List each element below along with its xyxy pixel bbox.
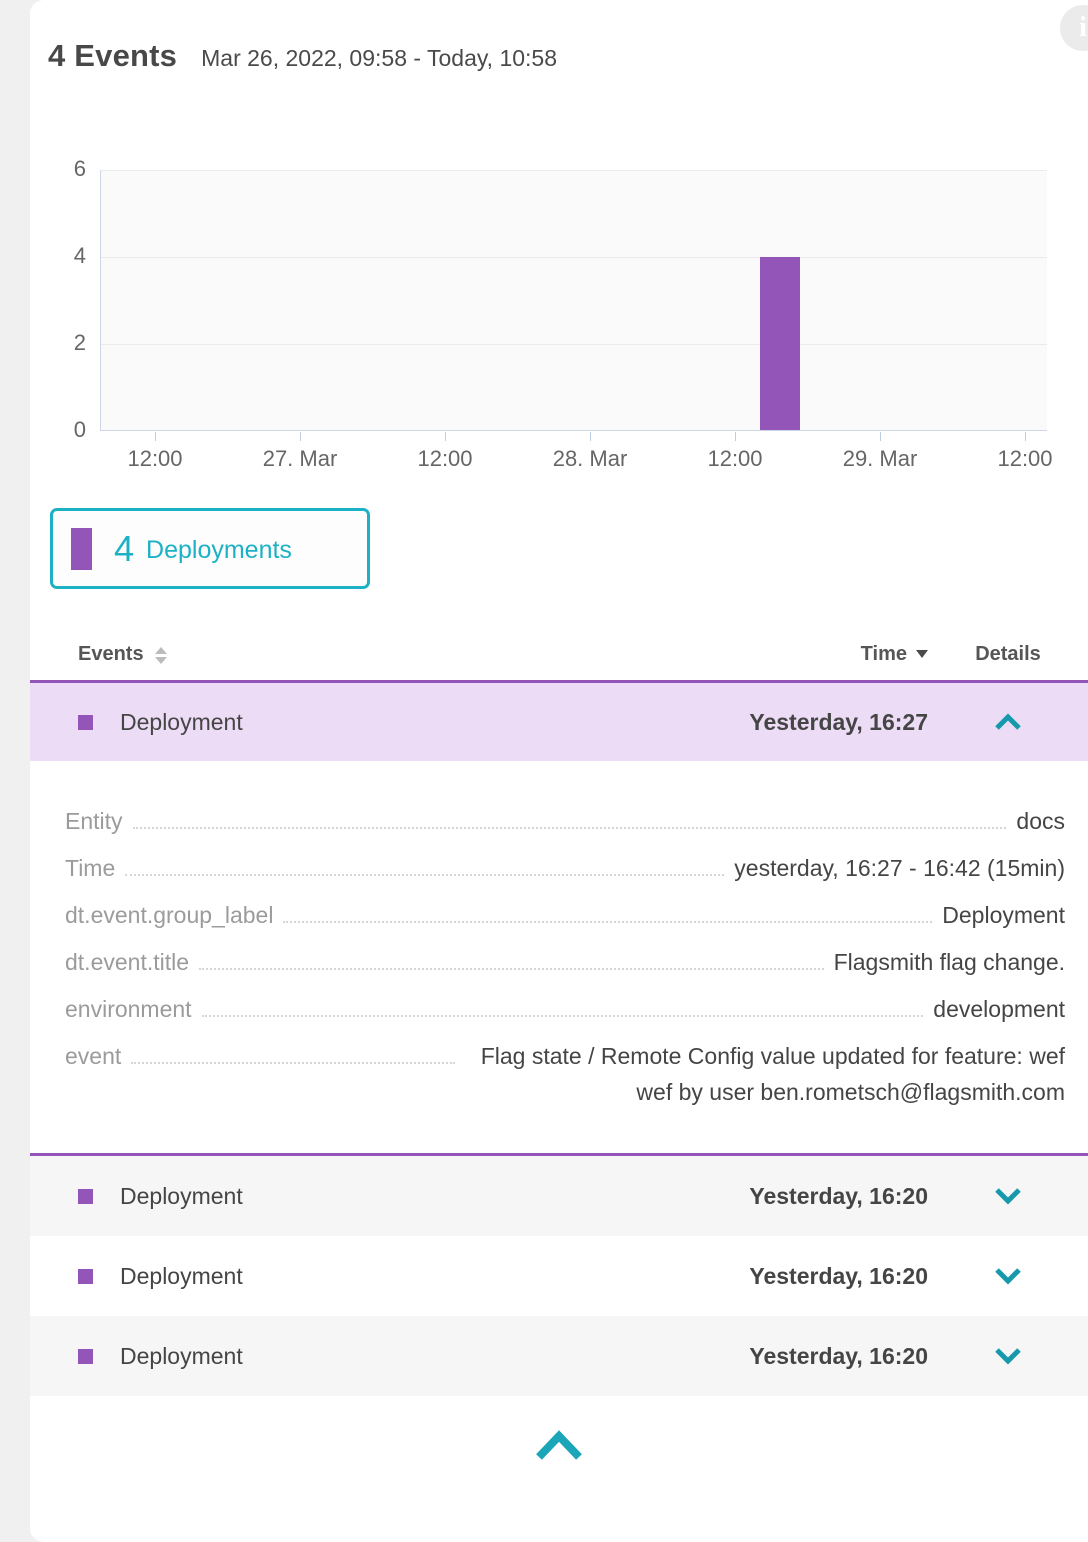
info-icon[interactable]: i [1060,5,1088,51]
deployment-square-icon [78,1189,93,1204]
detail-row-time: Time yesterday, 16:27 - 16:42 (15min) [65,852,1065,886]
detail-value: Flagsmith flag change. [834,944,1065,980]
chevron-up-large-icon [534,1430,584,1462]
detail-value: yesterday, 16:27 - 16:42 (15min) [734,850,1065,886]
event-row-deployment-1620-c[interactable]: Deployment Yesterday, 16:20 [30,1316,1088,1396]
deployment-square-icon [78,1349,93,1364]
y-axis-tick-4: 4 [30,243,86,269]
deployments-count: 4 [114,528,134,570]
detail-key: environment [65,993,192,1026]
deployments-legend-button[interactable]: 4 Deployments [50,508,370,589]
detail-value: docs [1016,803,1065,839]
timeframe-label: Mar 26, 2022, 09:58 - Today, 10:58 [201,45,557,72]
deployment-square-icon [78,715,93,730]
detail-value: Deployment [942,897,1065,933]
event-row-deployment-1620-a[interactable]: Deployment Yesterday, 16:20 [30,1156,1088,1236]
x-tick-mark [155,432,156,441]
event-time: Yesterday, 16:20 [749,1343,928,1370]
event-time: Yesterday, 16:20 [749,1263,928,1290]
event-details-panel: Entity docs Time yesterday, 16:27 - 16:4… [30,761,1088,1156]
event-type: Deployment [120,1183,243,1210]
detail-row-entity: Entity docs [65,805,1065,839]
sort-icon[interactable] [155,647,167,664]
x-tick-mark [880,432,881,441]
event-time: Yesterday, 16:20 [749,1183,928,1210]
events-column-header[interactable]: Events [78,643,144,666]
chevron-down-icon[interactable] [994,1347,1022,1365]
gridline-2 [101,344,1047,345]
detail-row-title: dt.event.title Flagsmith flag change. [65,946,1065,980]
dotted-leader [125,852,724,876]
event-type: Deployment [120,1343,243,1370]
x-axis-label: 27. Mar [230,446,370,472]
x-tick-mark [590,432,591,441]
event-type: Deployment [120,709,243,736]
details-column-header: Details [928,643,1088,666]
chevron-down-icon[interactable] [994,1267,1022,1285]
chevron-down-icon[interactable] [994,1187,1022,1205]
deployments-label: Deployments [146,536,292,565]
events-table: Events Time Details Deployment Yesterday… [30,628,1088,1465]
detail-key: Entity [65,805,123,838]
deployment-bar[interactable] [760,257,800,430]
detail-key: event [65,1040,121,1073]
events-card: i 4 Events Mar 26, 2022, 09:58 - Today, … [30,0,1088,1542]
detail-row-event: event Flag state / Remote Config value u… [65,1040,1065,1110]
x-axis-label: 12:00 [665,446,805,472]
x-tick-mark [445,432,446,441]
page-title: 4 Events [48,38,177,74]
chevron-up-icon[interactable] [994,713,1022,731]
y-axis-tick-0: 0 [30,417,86,443]
detail-key: dt.event.group_label [65,899,273,932]
dotted-leader [131,1040,455,1064]
dotted-leader [202,993,924,1017]
detail-key: dt.event.title [65,946,189,979]
x-axis-label: 12:00 [85,446,225,472]
dotted-leader [133,805,1007,829]
events-panel: i 4 Events Mar 26, 2022, 09:58 - Today, … [0,0,1088,1542]
x-axis-label: 12:00 [375,446,515,472]
dotted-leader [283,899,932,923]
gridline-4 [101,257,1047,258]
x-axis-label: 29. Mar [810,446,950,472]
detail-value: development [933,991,1065,1027]
dotted-leader [199,946,824,970]
x-tick-mark [300,432,301,441]
sort-desc-icon [916,650,928,658]
x-axis-label: 12:00 [955,446,1088,472]
event-time: Yesterday, 16:27 [749,709,928,736]
detail-row-environment: environment development [65,993,1065,1027]
detail-key: Time [65,852,115,885]
deployment-color-swatch [71,528,92,570]
deployment-square-icon [78,1269,93,1284]
detail-row-group-label: dt.event.group_label Deployment [65,899,1065,933]
collapse-panel-button[interactable] [534,1430,584,1465]
x-tick-mark [1025,432,1026,441]
chart-plot-area [100,170,1047,431]
x-axis-label: 28. Mar [520,446,660,472]
y-axis-tick-6: 6 [30,156,86,182]
x-tick-mark [735,432,736,441]
y-axis-tick-2: 2 [30,330,86,356]
panel-header: 4 Events Mar 26, 2022, 09:58 - Today, 10… [48,38,557,74]
time-column-header[interactable]: Time [861,643,907,666]
detail-value: Flag state / Remote Config value updated… [465,1038,1065,1110]
event-row-deployment-1627[interactable]: Deployment Yesterday, 16:27 [30,680,1088,761]
table-header-row: Events Time Details [30,628,1088,680]
event-row-deployment-1620-b[interactable]: Deployment Yesterday, 16:20 [30,1236,1088,1316]
event-type: Deployment [120,1263,243,1290]
